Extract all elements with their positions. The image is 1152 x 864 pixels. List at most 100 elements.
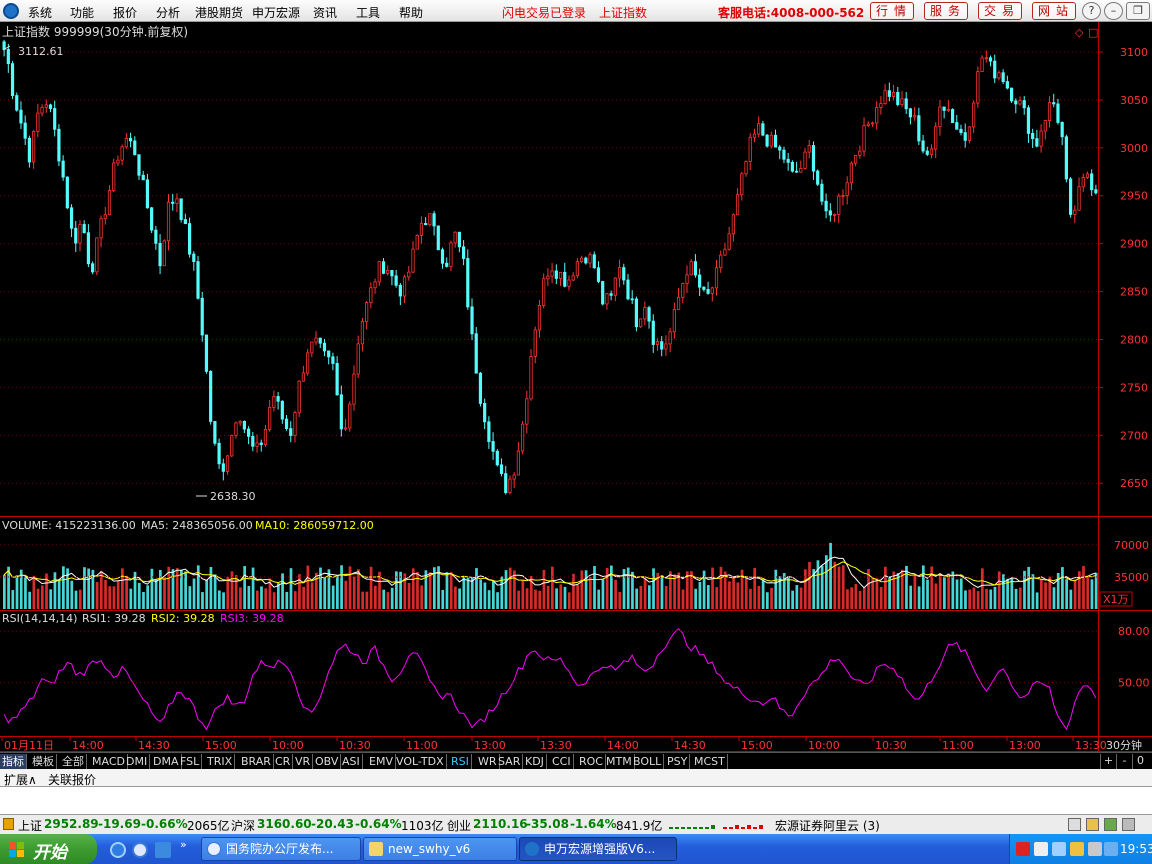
candle-body xyxy=(765,134,769,147)
volume-bar xyxy=(749,588,752,609)
sh-index-amount: 2065亿 xyxy=(187,819,230,833)
volume-bar xyxy=(647,585,651,609)
time-tick-label: 10:00 xyxy=(808,739,840,752)
indicator-tab[interactable]: BOLL xyxy=(631,754,665,769)
volume-bar xyxy=(1031,574,1035,609)
more-quicklaunch-icon[interactable]: » xyxy=(180,838,196,854)
volume-bar xyxy=(272,592,276,609)
ie-browser-icon[interactable] xyxy=(110,842,126,858)
menu-item-quote[interactable]: 报价 xyxy=(113,4,137,21)
menu-item-swhy[interactable]: 申万宏源 xyxy=(252,4,300,21)
volume-bar xyxy=(289,568,293,609)
app-logo-icon[interactable] xyxy=(3,3,19,19)
indicator-tab[interactable]: DMI xyxy=(124,754,151,769)
restore-icon[interactable]: ❐ xyxy=(1126,2,1150,20)
indicator-tab[interactable]: RSI xyxy=(449,754,472,769)
menu-item-tools[interactable]: 工具 xyxy=(356,4,380,21)
tab-service[interactable]: 服务 xyxy=(924,2,968,20)
candle-body xyxy=(778,146,782,151)
task-folder-window[interactable]: new_swhy_v6 xyxy=(363,837,517,861)
tray-network-icon[interactable] xyxy=(1088,842,1102,856)
indicator-tab[interactable]: DMA xyxy=(151,754,182,769)
candle-body xyxy=(710,287,714,294)
menu-item-hk-futures[interactable]: 港股期货 xyxy=(195,4,243,21)
indicator-tab[interactable]: TRIX xyxy=(205,754,236,769)
cy-index-name[interactable]: 创业 xyxy=(447,817,471,834)
candle-body xyxy=(166,201,171,242)
indicator-tab[interactable]: MACD xyxy=(90,754,128,769)
start-button[interactable]: 开始 xyxy=(0,834,97,864)
indicator-tab[interactable]: OBV xyxy=(313,754,342,769)
tray-app-icon[interactable] xyxy=(1016,842,1030,856)
indicator-tab[interactable]: 指标 xyxy=(0,754,27,769)
chart-expand-icon[interactable]: □ xyxy=(1088,26,1098,39)
status-speaker-icon[interactable] xyxy=(1122,818,1135,831)
candle-body xyxy=(900,98,904,105)
tray-shield-icon[interactable] xyxy=(1052,842,1066,856)
indicator-tab[interactable]: KDJ xyxy=(523,754,547,769)
candle-body xyxy=(154,229,158,244)
chart-option-icon[interactable]: ◇ xyxy=(1075,26,1084,39)
menu-item-function[interactable]: 功能 xyxy=(70,4,94,21)
candle-body xyxy=(1090,173,1094,191)
indicator-tab[interactable]: VOL-TDX xyxy=(394,754,447,769)
status-window-icon[interactable] xyxy=(1068,818,1081,831)
candle-body xyxy=(352,373,356,405)
candle-body xyxy=(487,421,491,442)
volume-bar xyxy=(643,578,647,609)
volume-bar xyxy=(28,591,32,609)
task-browser-window[interactable]: 国务院办公厅发布... xyxy=(201,837,361,861)
broker-server[interactable]: 宏源证券阿里云 (3) xyxy=(775,817,880,834)
indicator-tab[interactable]: ROC xyxy=(577,754,606,769)
help-icon[interactable]: ? xyxy=(1082,2,1101,20)
tab-website[interactable]: 网站 xyxy=(1032,2,1076,20)
rsi-label: RSI(14,14,14) xyxy=(2,612,77,625)
browser-icon[interactable] xyxy=(132,842,148,858)
candle-body xyxy=(398,284,402,297)
time-tick-label: 11:00 xyxy=(942,739,974,752)
period-label[interactable]: 30分钟 xyxy=(1106,738,1142,752)
reset-button[interactable]: 0 xyxy=(1132,754,1148,769)
minimize-icon[interactable]: – xyxy=(1104,2,1123,20)
indicator-tab[interactable]: CR xyxy=(273,754,294,769)
tray-volume-icon[interactable] xyxy=(1104,842,1118,856)
tray-flag-icon[interactable] xyxy=(1034,842,1048,856)
task-app-window[interactable]: 申万宏源增强版V6... xyxy=(519,837,677,861)
kline-chart[interactable]: 3100 3050 3000 2950 2900 2850 2800 2750 2700 2650… xyxy=(0,22,1152,752)
status-network-icon[interactable] xyxy=(1104,818,1117,831)
indicator-tab[interactable]: PSY xyxy=(665,754,691,769)
time-tick-label: 15:00 xyxy=(741,739,773,752)
related-quote-tab[interactable]: 关联报价 xyxy=(48,771,96,788)
tray-security-icon[interactable] xyxy=(1070,842,1084,856)
sh-index-name[interactable]: 上证 xyxy=(18,817,42,834)
hs-index-name[interactable]: 沪深 xyxy=(231,817,255,834)
menu-item-news[interactable]: 资讯 xyxy=(313,4,337,21)
candle-body xyxy=(773,134,778,148)
menu-item-analysis[interactable]: 分析 xyxy=(156,4,180,21)
time-tick-label: 10:30 xyxy=(339,739,371,752)
flash-trade-status[interactable]: 闪电交易已登录 xyxy=(502,4,586,21)
indicator-tab[interactable]: SAR xyxy=(496,754,524,769)
menu-item-system[interactable]: 系统 xyxy=(28,4,52,21)
show-desktop-icon[interactable] xyxy=(155,842,171,858)
expand-tab[interactable]: 扩展∧ xyxy=(4,771,37,788)
current-index-label[interactable]: 上证指数 xyxy=(599,4,647,21)
indicator-tab[interactable]: 全部 xyxy=(60,754,87,769)
candle-body xyxy=(259,442,263,445)
candle-body xyxy=(719,254,723,269)
indicator-tab[interactable]: EMV xyxy=(367,754,396,769)
indicator-tab[interactable]: VR xyxy=(293,754,314,769)
indicator-tab[interactable]: BRAR xyxy=(239,754,274,769)
status-lock-icon[interactable] xyxy=(1086,818,1099,831)
zoom-out-button[interactable]: - xyxy=(1116,754,1132,769)
indicator-tab[interactable]: MCST xyxy=(692,754,728,769)
volume-bar xyxy=(525,588,529,609)
indicator-tab[interactable]: CCI xyxy=(550,754,574,769)
indicator-tab[interactable]: FSL xyxy=(178,754,203,769)
zoom-in-button[interactable]: + xyxy=(1100,754,1116,769)
menu-item-help[interactable]: 帮助 xyxy=(399,4,423,21)
tab-trade[interactable]: 交易 xyxy=(978,2,1022,20)
indicator-tab[interactable]: 模板 xyxy=(30,754,57,769)
tab-market[interactable]: 行情 xyxy=(870,2,914,20)
indicator-tab[interactable]: ASI xyxy=(340,754,363,769)
